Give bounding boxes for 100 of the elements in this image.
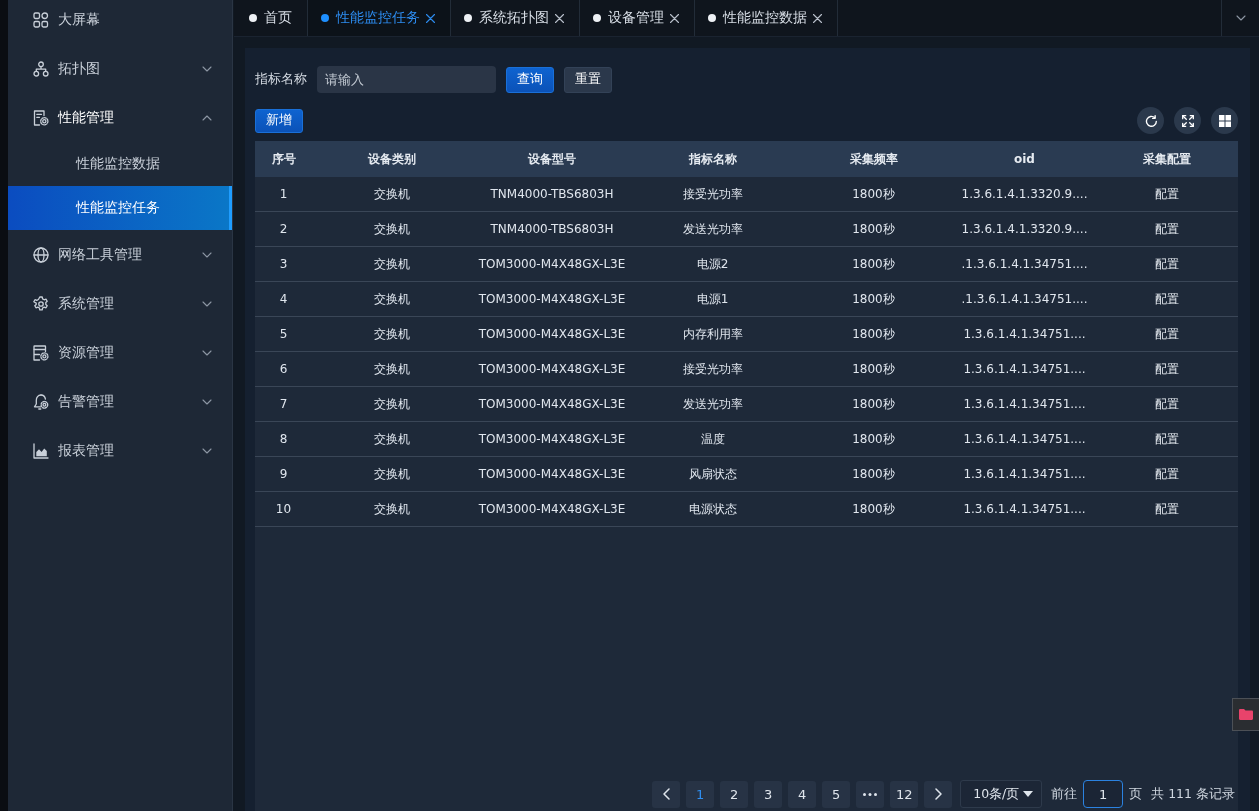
folder-button[interactable] xyxy=(1232,698,1259,731)
page-number-field[interactable]: 1 xyxy=(1083,780,1124,808)
tab[interactable]: 设备管理 xyxy=(580,0,695,36)
chevron-down-icon xyxy=(1235,15,1246,21)
table-cell: 10 xyxy=(255,491,312,527)
config-link[interactable]: 配置 xyxy=(1154,326,1179,341)
refresh-icon xyxy=(1144,114,1157,127)
config-link[interactable]: 配置 xyxy=(1154,256,1179,271)
table-cell: 风扇状态 xyxy=(632,456,793,492)
apps-grid-icon xyxy=(33,11,49,28)
page-button[interactable]: 3 xyxy=(754,780,783,808)
reset-button[interactable]: 重置 xyxy=(564,66,612,93)
page-button[interactable]: 5 xyxy=(822,780,851,808)
table-cell: 1800秒 xyxy=(793,421,954,457)
menu-item[interactable]: 资源管理 xyxy=(8,328,232,377)
config-link[interactable]: 配置 xyxy=(1154,396,1179,411)
page-button[interactable]: 2 xyxy=(720,780,749,808)
table-cell: 1800秒 xyxy=(793,211,954,247)
table-cell: 电源2 xyxy=(632,246,793,282)
more-pages-button[interactable] xyxy=(856,780,885,808)
tab[interactable]: 性能监控任务 xyxy=(308,0,451,36)
fullscreen-icon xyxy=(1181,114,1194,127)
table-cell: TOM3000-M4X48GX-L3E xyxy=(472,316,632,352)
folder-icon xyxy=(1239,709,1253,720)
table-cell: TOM3000-M4X48GX-L3E xyxy=(472,456,632,492)
config-link[interactable]: 配置 xyxy=(1154,466,1179,481)
total-count: 共 111 条记录 xyxy=(1151,785,1235,803)
table-cell: 交换机 xyxy=(312,177,472,212)
table-cell: 1.3.6.1.4.1.3320.9.... xyxy=(954,177,1095,212)
menu-item[interactable]: 网络工具管理 xyxy=(8,230,232,279)
table-cell: 1800秒 xyxy=(793,386,954,422)
table-cell: 1800秒 xyxy=(793,351,954,387)
add-button[interactable]: 新增 xyxy=(255,108,303,133)
menu-item[interactable]: 大屏幕 xyxy=(8,0,232,44)
table-cell: 交换机 xyxy=(312,456,472,492)
page-size-select[interactable]: 10条/页 xyxy=(960,780,1043,808)
chevron-right-icon xyxy=(934,788,942,800)
close-icon[interactable] xyxy=(670,13,679,23)
refresh-button[interactable] xyxy=(1137,107,1164,134)
field-label: 指标名称 xyxy=(255,71,307,88)
menu-item[interactable]: 报表管理 xyxy=(8,426,232,475)
page-button[interactable]: 1 xyxy=(686,780,715,808)
search-field[interactable]: 请输入 xyxy=(317,66,496,93)
config-link[interactable]: 配置 xyxy=(1154,501,1179,516)
table-cell: 1800秒 xyxy=(793,281,954,317)
table-cell: 温度 xyxy=(632,421,793,457)
table-cell: 交换机 xyxy=(312,386,472,422)
close-icon[interactable] xyxy=(555,13,564,23)
table-cell: TOM3000-M4X48GX-L3E xyxy=(472,281,632,317)
page-unit-label: 页 xyxy=(1129,785,1143,803)
config-link[interactable]: 配置 xyxy=(1154,291,1179,306)
table-cell: 3 xyxy=(255,246,312,282)
column-header: 采集频率 xyxy=(793,141,954,177)
tab[interactable]: 系统拓扑图 xyxy=(451,0,580,36)
globe-icon xyxy=(33,246,49,263)
submenu-item[interactable]: 性能监控任务 xyxy=(8,186,232,230)
column-header: 设备型号 xyxy=(472,141,632,177)
table-cell: 1.3.6.1.4.1.34751.... xyxy=(954,351,1095,387)
menu-item[interactable]: 拓扑图 xyxy=(8,44,232,93)
area-chart-icon xyxy=(33,442,49,459)
query-button[interactable]: 查询 xyxy=(506,66,554,93)
menu-item[interactable]: 系统管理 xyxy=(8,279,232,328)
chevron-left-icon xyxy=(662,788,670,800)
network-nodes-icon xyxy=(33,60,49,77)
table-cell: 接受光功率 xyxy=(632,177,793,212)
table-cell: 交换机 xyxy=(312,421,472,457)
menu-item[interactable]: 性能管理 xyxy=(8,93,232,142)
previous-page-button[interactable] xyxy=(652,780,681,808)
config-link[interactable]: 配置 xyxy=(1154,431,1179,446)
more-icon xyxy=(863,792,878,796)
menu-item[interactable]: 告警管理 xyxy=(8,377,232,426)
table-cell: 1.3.6.1.4.1.34751.... xyxy=(954,456,1095,492)
page-button[interactable]: 4 xyxy=(788,780,817,808)
config-link[interactable]: 配置 xyxy=(1154,361,1179,376)
table-cell: 8 xyxy=(255,421,312,457)
layout-button[interactable] xyxy=(1211,107,1238,134)
table-cell: 1.3.6.1.4.1.34751.... xyxy=(954,421,1095,457)
close-icon[interactable] xyxy=(813,13,822,23)
table-cell: 1 xyxy=(255,177,312,212)
submenu-item[interactable]: 性能监控数据 xyxy=(8,142,232,186)
fullscreen-button[interactable] xyxy=(1174,107,1201,134)
bell-gear-icon xyxy=(33,393,49,410)
chevron-down-icon xyxy=(202,447,212,454)
server-gear-icon xyxy=(33,344,49,361)
table-cell: 2 xyxy=(255,211,312,247)
table-cell: 接受光功率 xyxy=(632,351,793,387)
table-cell: 1800秒 xyxy=(793,177,954,212)
config-link[interactable]: 配置 xyxy=(1154,186,1179,201)
close-icon[interactable] xyxy=(426,13,435,23)
layout-grid-icon xyxy=(1218,114,1231,127)
page-button[interactable]: 12 xyxy=(890,780,919,808)
tab[interactable]: 性能监控数据 xyxy=(695,0,838,36)
table-cell: 交换机 xyxy=(312,211,472,247)
column-header: 指标名称 xyxy=(632,141,793,177)
table-cell: 内存利用率 xyxy=(632,316,793,352)
next-page-button[interactable] xyxy=(924,780,953,808)
dot-icon xyxy=(593,14,601,22)
dot-icon xyxy=(249,14,257,22)
config-link[interactable]: 配置 xyxy=(1154,221,1179,236)
table-cell: TOM3000-M4X48GX-L3E xyxy=(472,246,632,282)
